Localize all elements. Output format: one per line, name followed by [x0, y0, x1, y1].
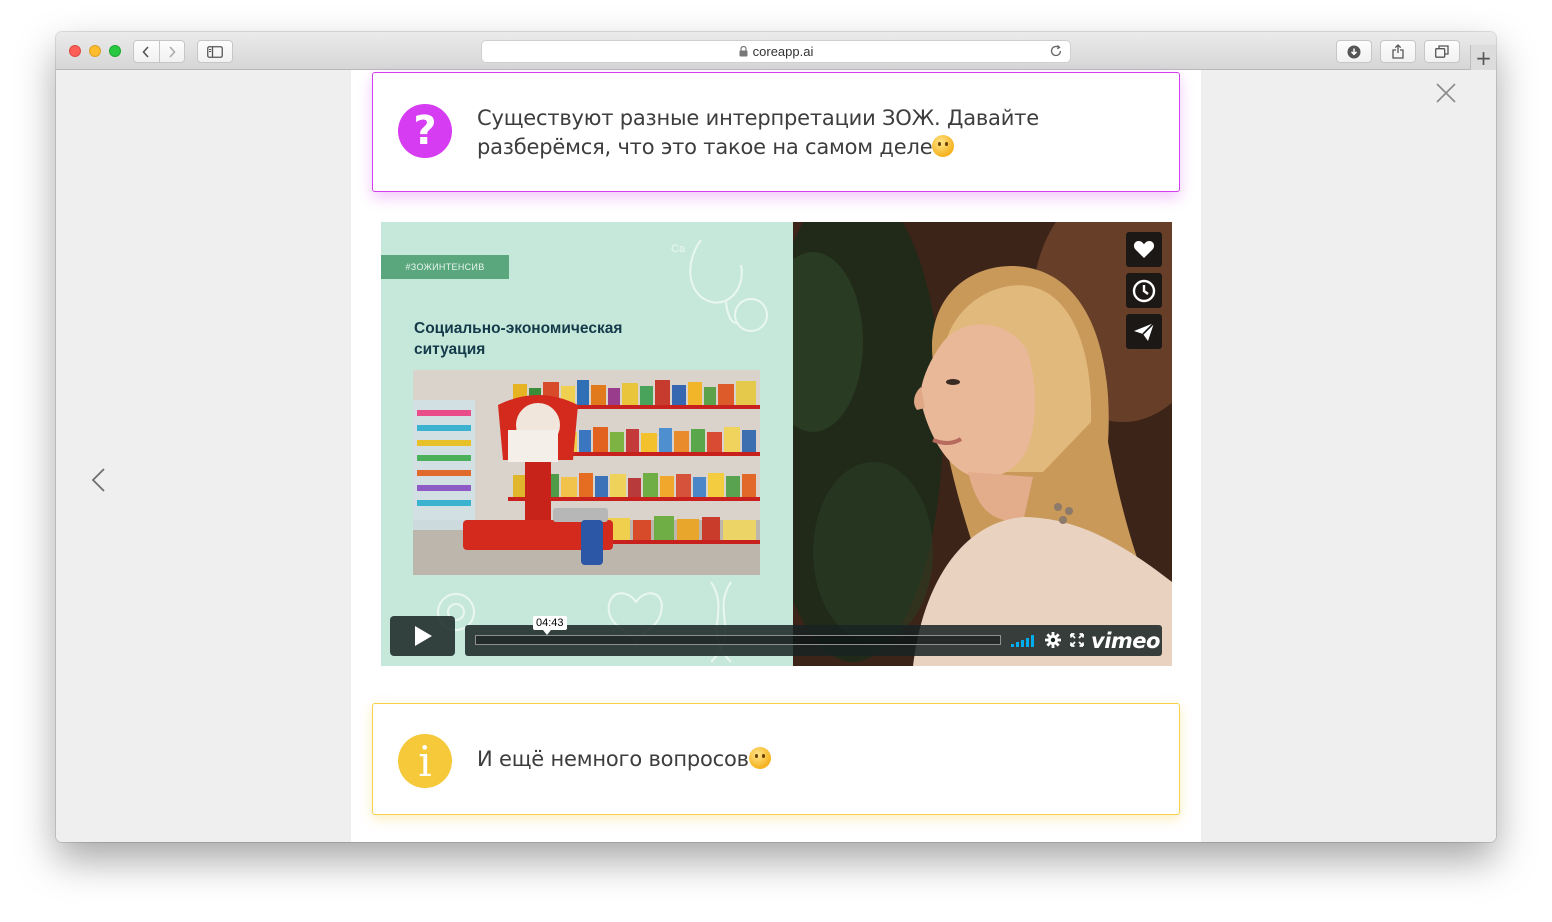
play-icon	[414, 626, 432, 646]
address-bar[interactable]: coreapp.ai	[481, 40, 1071, 63]
presentation-slide: Ca #ЗОЖИНТЕНСИВ Социально-экономическая …	[381, 222, 793, 666]
progress-bar[interactable]	[475, 635, 1001, 645]
kiosk-photo	[413, 370, 760, 575]
sidebar-icon	[207, 45, 223, 58]
lesson-content: ? Существуют разные интерпретации ЗОЖ. Д…	[351, 70, 1201, 842]
zoom-window-button[interactable]	[109, 45, 121, 57]
reload-icon[interactable]	[1049, 44, 1063, 58]
browser-toolbar: coreapp.ai +	[56, 32, 1496, 70]
volume-icon[interactable]	[1011, 635, 1034, 647]
browser-window: coreapp.ai + ? Существуют разные интерпр…	[56, 32, 1496, 842]
video-player[interactable]: Ca #ЗОЖИНТЕНСИВ Социально-экономическая …	[381, 222, 1172, 666]
lock-icon	[739, 46, 748, 57]
tab-overview-button[interactable]	[1424, 40, 1460, 63]
player-side-actions	[1126, 232, 1162, 355]
time-display: 04:43	[533, 616, 567, 635]
info-card: i И ещё немного вопросов	[372, 703, 1180, 815]
thinking-face-icon	[932, 135, 955, 157]
question-text: Существуют разные интерпретации ЗОЖ. Дав…	[477, 106, 1039, 159]
svg-text:Ca: Ca	[671, 243, 686, 255]
new-tab-button[interactable]: +	[1470, 45, 1496, 70]
winking-face-icon	[748, 747, 771, 769]
slide-heading: Социально-экономическая ситуация	[414, 320, 623, 358]
download-icon	[1347, 45, 1361, 58]
sidebar-toggle-button[interactable]	[197, 40, 233, 63]
forward-button[interactable]	[158, 41, 184, 62]
chevron-left-icon[interactable]	[88, 466, 110, 494]
share-icon	[1392, 44, 1404, 59]
play-button[interactable]	[390, 616, 455, 656]
speaker-video-frame	[793, 222, 1172, 666]
control-bar: 04:43 vimeo	[465, 616, 1162, 656]
like-button[interactable]	[1126, 232, 1162, 267]
heart-icon	[1133, 241, 1155, 258]
player-controls: 04:43 vimeo	[390, 616, 1162, 656]
history-nav	[133, 40, 185, 63]
info-badge-icon: i	[398, 734, 452, 788]
close-window-button[interactable]	[69, 45, 81, 57]
back-button[interactable]	[134, 41, 159, 62]
vimeo-logo[interactable]: vimeo	[1091, 629, 1160, 653]
question-card: ? Существуют разные интерпретации ЗОЖ. Д…	[372, 72, 1180, 192]
question-badge-icon: ?	[398, 104, 452, 158]
close-icon[interactable]	[1434, 81, 1458, 105]
info-text: И ещё немного вопросов	[477, 747, 749, 771]
clock-icon	[1132, 279, 1156, 302]
chevron-left-icon	[142, 45, 150, 58]
watch-later-button[interactable]	[1126, 273, 1162, 308]
downloads-button[interactable]	[1336, 40, 1372, 63]
stethoscope-doodle-icon: Ca	[671, 239, 768, 332]
share-button[interactable]	[1380, 40, 1416, 63]
tabs-icon	[1435, 45, 1449, 58]
chevron-right-icon	[169, 45, 176, 58]
minimize-window-button[interactable]	[89, 45, 101, 57]
gear-icon[interactable]	[1045, 632, 1061, 648]
page-viewport: ? Существуют разные интерпретации ЗОЖ. Д…	[56, 70, 1496, 842]
url-text: coreapp.ai	[752, 44, 814, 59]
info-card-text: И ещё немного вопросов	[477, 745, 1159, 774]
paper-plane-icon	[1134, 321, 1155, 341]
slide-tag: #ЗОЖИНТЕНСИВ	[381, 255, 509, 279]
share-video-button[interactable]	[1126, 314, 1162, 349]
question-card-text: Существуют разные интерпретации ЗОЖ. Дав…	[477, 104, 1159, 162]
fullscreen-icon[interactable]	[1070, 633, 1084, 647]
